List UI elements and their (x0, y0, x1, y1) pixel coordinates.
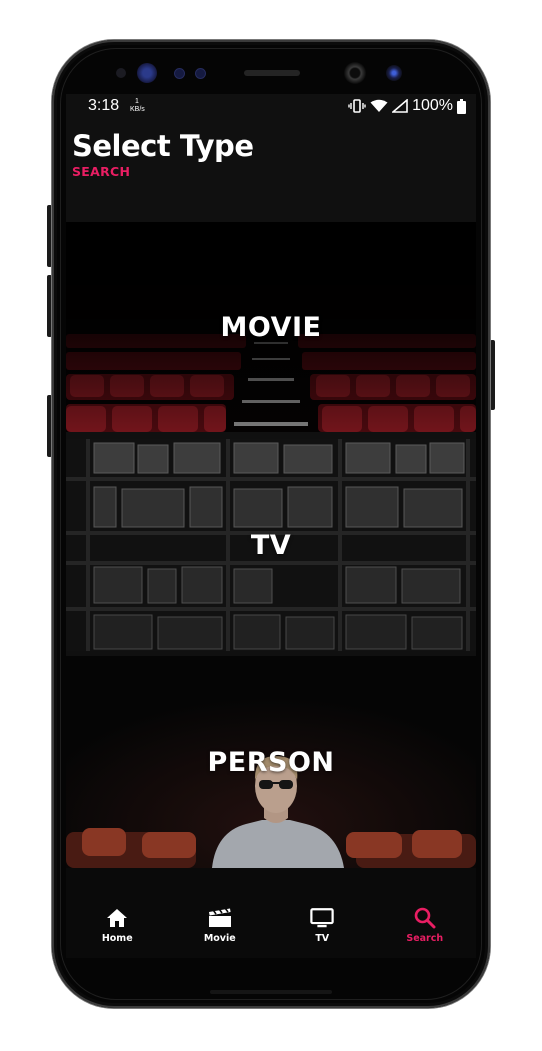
wifi-icon (370, 99, 388, 112)
nav-label-home: Home (101, 933, 133, 944)
nav-item-tv[interactable]: TV (271, 868, 374, 958)
iris-scanner (137, 63, 157, 83)
page-title: Select Type (72, 129, 254, 163)
light-sensor (174, 68, 185, 79)
nav-label-movie: Movie (203, 933, 236, 944)
status-bar: 3:18 1 KB/s 100% (66, 94, 476, 120)
person-card-label: PERSON (207, 746, 335, 778)
nav-item-home[interactable]: Home (66, 868, 169, 958)
clapperboard-icon (208, 906, 232, 930)
front-camera (344, 62, 366, 84)
bottom-navigation: Home Movie TV Search (66, 868, 476, 958)
nav-item-search[interactable]: Search (374, 868, 477, 958)
nav-label-search: Search (406, 933, 444, 944)
app-screen: 3:18 1 KB/s 100% Select Type SEARCH MOVI… (66, 94, 476, 958)
battery-icon (457, 98, 466, 114)
light-sensor-2 (195, 68, 206, 79)
tv-type-card[interactable]: TV (66, 439, 476, 651)
home-icon (105, 906, 129, 930)
nav-label-tv: TV (315, 933, 330, 944)
tv-icon (310, 906, 334, 930)
movie-card-label: MOVIE (220, 311, 322, 343)
page-subtitle: SEARCH (72, 164, 131, 179)
network-speed: 1 KB/s (130, 98, 145, 113)
search-icon (413, 906, 437, 930)
page-header: Select Type SEARCH (72, 130, 254, 179)
vibrate-icon (348, 99, 366, 113)
signal-icon (392, 99, 408, 113)
movie-type-card[interactable]: MOVIE (66, 222, 476, 432)
earpiece-speaker (244, 70, 300, 76)
status-time: 3:18 (88, 97, 120, 114)
tv-card-label: TV (250, 529, 292, 561)
battery-percent: 100% (412, 97, 453, 114)
nav-item-movie[interactable]: Movie (169, 868, 272, 958)
iris-camera (386, 65, 402, 81)
person-type-card[interactable]: PERSON (66, 656, 476, 868)
proximity-sensor (116, 68, 126, 78)
power-button (490, 340, 495, 410)
